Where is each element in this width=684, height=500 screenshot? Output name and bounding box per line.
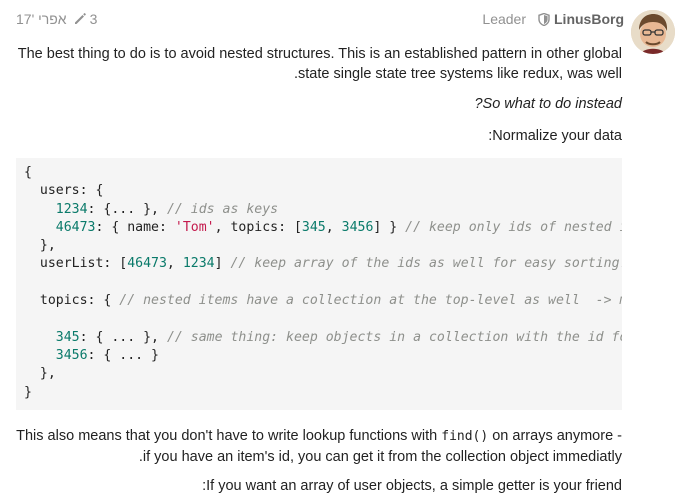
avatar[interactable]: [631, 10, 675, 54]
paragraph-normalize: Normalize your data:: [488, 128, 622, 144]
post-date[interactable]: אפרי '17: [16, 11, 67, 27]
code-block[interactable]: { users: { 1234: {... }, // ids as keys …: [16, 158, 622, 410]
inline-code-find: find(): [441, 429, 489, 444]
edit-count: 3: [89, 11, 98, 27]
edit-history-button[interactable]: 3: [73, 11, 98, 27]
username: LinusBorg: [554, 11, 624, 27]
post: אפרי '17 3 Leader LinusBorg The best thi…: [0, 0, 684, 500]
paragraph-question: So what to do instead?: [474, 96, 622, 112]
paragraph-lookup: This also means that you don't have to w…: [16, 426, 622, 467]
paragraph-intro: The best thing to do is to avoid nested …: [17, 46, 622, 82]
paragraph-getter: If you want an array of user objects, a …: [202, 478, 622, 494]
author-info: Leader LinusBorg: [482, 11, 624, 27]
avatar-image: [631, 10, 675, 54]
code-content: { users: { 1234: {... }, // ids as keys …: [24, 165, 622, 400]
post-meta: אפרי '17 3 Leader LinusBorg: [16, 8, 624, 30]
shield-icon: [538, 12, 550, 26]
username-link[interactable]: LinusBorg: [538, 11, 624, 27]
paragraph-lookup-start: This also means that you don't have to w…: [16, 428, 442, 444]
post-info: אפרי '17 3: [16, 11, 97, 27]
pencil-icon: [74, 13, 86, 24]
user-title: Leader: [482, 11, 526, 27]
